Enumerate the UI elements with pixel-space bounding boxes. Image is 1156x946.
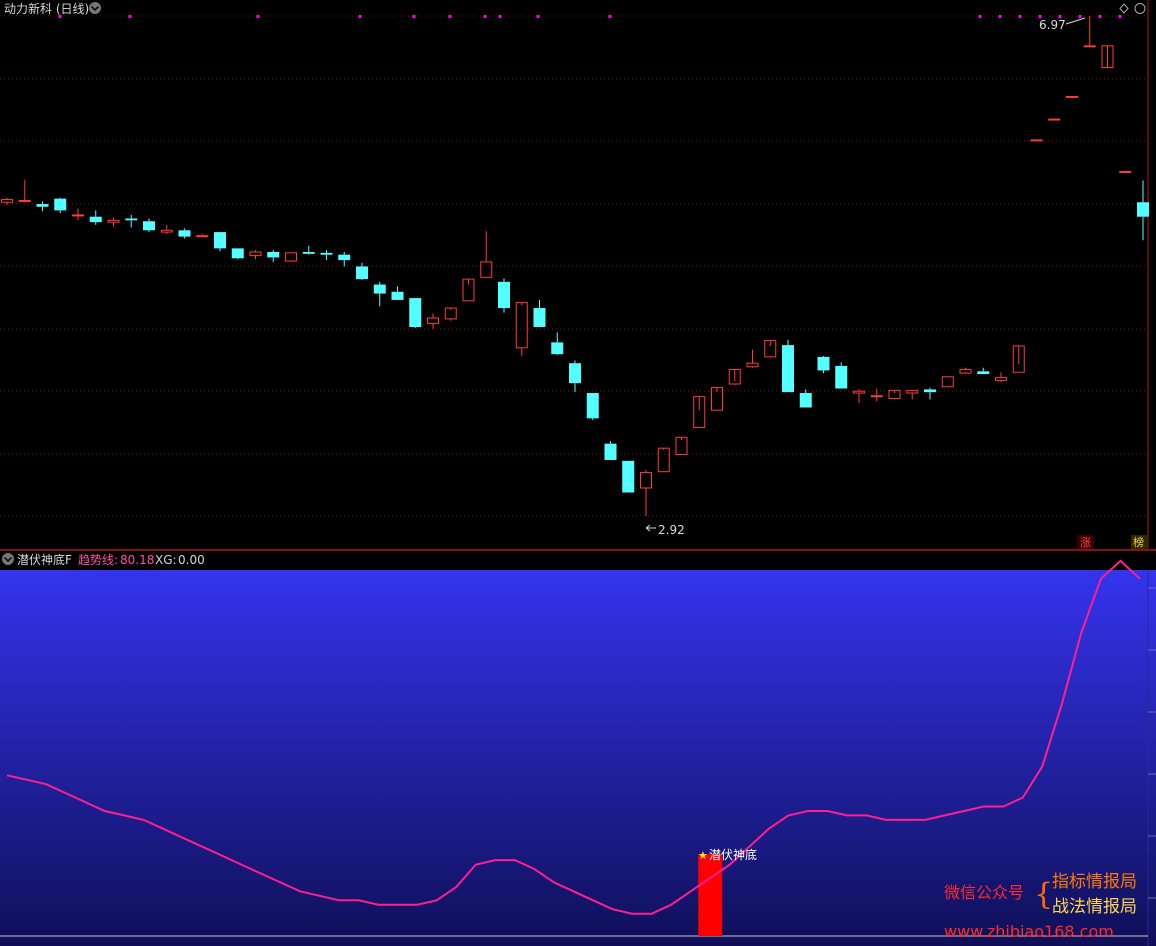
- watermark-brace: {: [1034, 877, 1053, 912]
- candle: [409, 298, 422, 328]
- xg-value: 0.00: [178, 553, 205, 567]
- xg-label: XG:: [155, 553, 177, 567]
- signal-star-icon: ★: [698, 849, 708, 862]
- tag-zhang[interactable]: 涨: [1080, 536, 1091, 549]
- signal-dot: [1118, 15, 1122, 18]
- signal-dot: [536, 15, 540, 18]
- high-annotation: 6.97: [1039, 18, 1066, 32]
- price-panel: 动力新科 (日线) 6.97 2.92 涨 榜: [0, 0, 1156, 549]
- watermark-url: www.zhibiao168.com: [944, 922, 1114, 941]
- candle: [1030, 139, 1043, 142]
- indicator-panel: 潜伏神底F 趋势线: 80.18 XG: 0.00 ★ 潜伏神底 微信公众号 {…: [0, 551, 1156, 946]
- tag-bang[interactable]: 榜: [1133, 535, 1144, 549]
- candle: [586, 393, 599, 421]
- signal-dot: [483, 15, 487, 18]
- signal-dot: [998, 15, 1002, 18]
- signal-dot: [448, 15, 452, 18]
- signal-label: 潜伏神底: [709, 847, 757, 862]
- trend-label: 趋势线:: [78, 553, 118, 567]
- signal-dot: [1018, 15, 1022, 18]
- candle: [622, 460, 635, 493]
- signal-dot: [1078, 15, 1082, 18]
- candle: [1066, 95, 1078, 98]
- signal-dot: [412, 15, 416, 18]
- signal-bars: [698, 854, 723, 936]
- signal-dot: [358, 15, 362, 18]
- candle: [498, 278, 510, 313]
- indicator-name: 潜伏神底F: [17, 552, 72, 567]
- signal-bar: [698, 854, 723, 936]
- price-panel-bg: [0, 0, 1156, 549]
- signal-dot: [256, 15, 260, 18]
- watermark-line2: 战法情报局: [1052, 897, 1137, 917]
- chevron-down-icon[interactable]: [2, 553, 14, 565]
- candle: [1119, 171, 1132, 174]
- candle: [1048, 118, 1061, 121]
- candle: [214, 232, 226, 252]
- signal-dot: [978, 15, 982, 18]
- signal-dot: [498, 15, 502, 18]
- candle: [835, 362, 848, 389]
- watermark-line1: 指标情报局: [1052, 872, 1137, 892]
- signal-dot: [128, 15, 132, 18]
- candle: [782, 339, 794, 393]
- trend-value: 80.18: [120, 553, 154, 567]
- signal-dot: [1098, 15, 1102, 18]
- candle: [604, 440, 617, 460]
- chart-root: 动力新科 (日线) 6.97 2.92 涨 榜 潜伏神底F 趋势线: 80.18…: [0, 0, 1156, 946]
- watermark-wechat: 微信公众号: [944, 883, 1024, 902]
- candle: [231, 248, 244, 260]
- chevron-down-icon[interactable]: [89, 2, 101, 14]
- low-annotation: 2.92: [658, 523, 685, 537]
- chart-title: 动力新科 (日线): [4, 1, 89, 16]
- signal-dot: [608, 15, 612, 18]
